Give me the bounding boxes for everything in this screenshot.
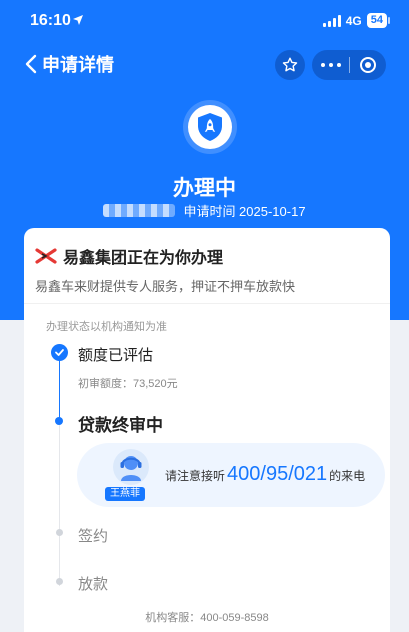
yixin-logo-icon	[35, 248, 57, 264]
network-label: 4G	[345, 13, 362, 28]
step-disburse: 放款	[78, 576, 109, 593]
org-title-text: 易鑫集团正在为你办理	[63, 250, 224, 267]
step-sign-contract: 签约	[78, 528, 109, 545]
progress-card: 易鑫集团正在为你办理 易鑫车来财提供专人服务，押证不押车放款快 办理状态以机构通…	[24, 228, 390, 632]
masked-applicant-name	[103, 204, 176, 217]
call-prefix: 请注意接听	[165, 469, 226, 483]
star-icon	[282, 57, 298, 72]
step-final-review: 贷款终审中	[78, 416, 163, 435]
status-bar: 16:10 4G 54	[0, 0, 409, 44]
target-icon	[360, 57, 376, 73]
more-button[interactable]	[312, 50, 349, 80]
chevron-left-icon	[25, 54, 37, 74]
agent-call-notice: 王燕菲 请注意接听 400/95/021 的来电	[77, 443, 385, 507]
more-icon	[320, 63, 325, 67]
agent-avatar	[113, 449, 149, 485]
status-indicators: 4G 54	[322, 13, 391, 28]
agent-name-badge: 王燕菲	[105, 487, 145, 501]
page-title: 申请详情	[42, 55, 114, 75]
back-button[interactable]: 申请详情	[24, 51, 114, 77]
apply-time: 申请时间 2025-10-17	[183, 204, 306, 219]
favorite-button[interactable]	[275, 50, 305, 80]
call-text: 请注意接听 400/95/021 的来电	[165, 463, 365, 486]
step-quota-evaluated: 额度已评估	[78, 347, 154, 364]
call-number[interactable]: 400/95/021	[227, 463, 327, 486]
org-description: 易鑫车来财提供专人服务，押证不押车放款快	[35, 279, 296, 294]
card-header: 易鑫集团正在为你办理 易鑫车来财提供专人服务，押证不押车放款快	[24, 228, 390, 304]
org-title: 易鑫集团正在为你办理	[35, 244, 223, 268]
nav-bar: 申请详情	[0, 48, 409, 84]
apply-info: 申请时间 2025-10-17	[0, 201, 409, 220]
status-time: 16:10	[30, 12, 71, 29]
rocket-shield-icon	[198, 113, 222, 141]
step-pending-dot	[56, 529, 63, 536]
signal-icon	[322, 14, 341, 27]
customer-service-phone[interactable]: 机构客服：400-059-8598	[24, 609, 390, 625]
timeline-track-progress	[59, 354, 60, 424]
step-active-dot	[55, 417, 63, 425]
status-note: 办理状态以机构通知为准	[46, 321, 167, 333]
location-arrow-icon	[73, 15, 83, 25]
step-quota-amount: 初审额度：73,520元	[78, 378, 178, 390]
status-icon-circle	[188, 105, 232, 149]
battery-icon: 54	[366, 13, 391, 28]
step-pending-dot	[56, 578, 63, 585]
mini-program-capsule	[312, 50, 386, 80]
status-title: 办理中	[173, 177, 236, 200]
check-icon	[51, 344, 68, 361]
close-mini-program-button[interactable]	[350, 50, 386, 80]
status-icon-halo	[183, 100, 237, 154]
call-suffix: 的来电	[329, 469, 366, 483]
headset-agent-icon	[120, 456, 142, 481]
